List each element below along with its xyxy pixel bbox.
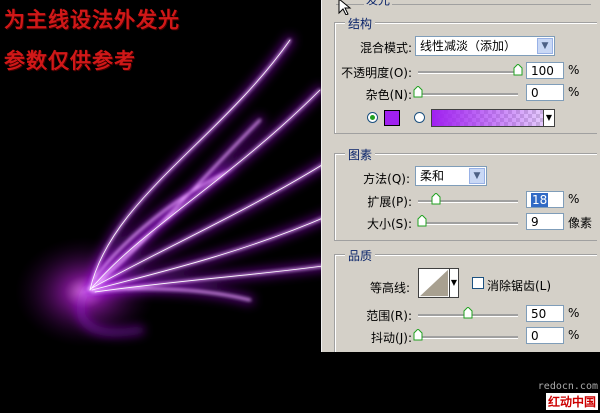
size-input[interactable]: 9: [526, 213, 564, 230]
jitter-slider-track[interactable]: [418, 336, 518, 339]
jitter-unit: %: [568, 328, 580, 342]
range-slider-thumb[interactable]: [463, 307, 473, 319]
noise-slider-thumb[interactable]: [413, 86, 423, 98]
jitter-slider-thumb[interactable]: [413, 329, 423, 341]
watermark: redocn.com 红动中国: [532, 381, 598, 411]
blend-mode-label: 混合模式:: [360, 41, 413, 55]
gradient-picker[interactable]: ▼: [431, 109, 555, 127]
noise-unit: %: [568, 85, 580, 99]
noise-label: 杂色(N):: [365, 88, 412, 102]
caption-line-1: 为主线设法外发光: [4, 7, 180, 32]
chevron-down-icon[interactable]: ▼: [537, 38, 553, 54]
spread-slider-thumb[interactable]: [431, 193, 441, 205]
range-unit: %: [568, 306, 580, 320]
size-label: 大小(S):: [366, 217, 412, 231]
blend-mode-value: 线性减淡（添加）: [420, 39, 517, 53]
color-swatch[interactable]: [384, 110, 400, 126]
elements-title: 图素: [345, 146, 376, 163]
cursor-arrow-icon: [338, 0, 352, 16]
size-unit: 像素: [568, 216, 593, 230]
jitter-input[interactable]: 0: [526, 327, 564, 344]
size-slider-thumb[interactable]: [417, 215, 427, 227]
method-label: 方法(Q):: [363, 172, 410, 186]
color-radio[interactable]: [367, 112, 378, 123]
opacity-input[interactable]: 100: [526, 62, 564, 79]
spread-input[interactable]: 18: [526, 191, 564, 208]
range-input[interactable]: 50: [526, 305, 564, 322]
quality-title: 品质: [345, 247, 376, 264]
glow-strands: [76, 35, 335, 338]
spread-unit: %: [568, 192, 580, 206]
method-chevron-icon[interactable]: ▼: [469, 168, 485, 184]
contour-label: 等高线:: [369, 281, 410, 295]
watermark-url: redocn.com: [537, 381, 598, 392]
jitter-label: 抖动(J):: [371, 331, 412, 345]
caption-line-2: 参数仅供参考: [4, 48, 136, 73]
anti-alias-label: 消除锯齿(L): [487, 279, 552, 293]
watermark-logo-text: 红动中国: [545, 393, 598, 410]
noise-input[interactable]: 0: [526, 84, 564, 101]
noise-slider-track[interactable]: [418, 93, 518, 96]
gradient-chevron-icon[interactable]: ▼: [543, 110, 554, 126]
anti-alias-checkbox[interactable]: [472, 277, 484, 289]
size-slider-track[interactable]: [418, 222, 518, 225]
spread-label: 扩展(P):: [367, 195, 412, 209]
method-value: 柔和: [420, 169, 445, 183]
blend-mode-select[interactable]: 线性减淡（添加） ▼: [415, 36, 555, 56]
opacity-label: 不透明度(O):: [341, 66, 412, 80]
contour-chevron-icon[interactable]: ▼: [449, 268, 459, 298]
range-label: 范围(R):: [366, 309, 412, 323]
panel-header: 发光: [336, 0, 591, 8]
opacity-slider-track[interactable]: [418, 71, 518, 74]
structure-title: 结构: [345, 15, 376, 32]
outer-glow-panel: 发光 结构 混合模式: 线性减淡（添加） ▼ 不透明度(O): 100 % 杂色…: [321, 0, 600, 352]
method-select[interactable]: 柔和 ▼: [415, 166, 487, 186]
spread-value: 18: [531, 193, 549, 207]
contour-preview[interactable]: [418, 268, 450, 298]
gradient-radio[interactable]: [414, 112, 425, 123]
opacity-unit: %: [568, 63, 580, 77]
panel-header-title: 发光: [364, 0, 393, 8]
opacity-slider-thumb[interactable]: [513, 64, 523, 76]
